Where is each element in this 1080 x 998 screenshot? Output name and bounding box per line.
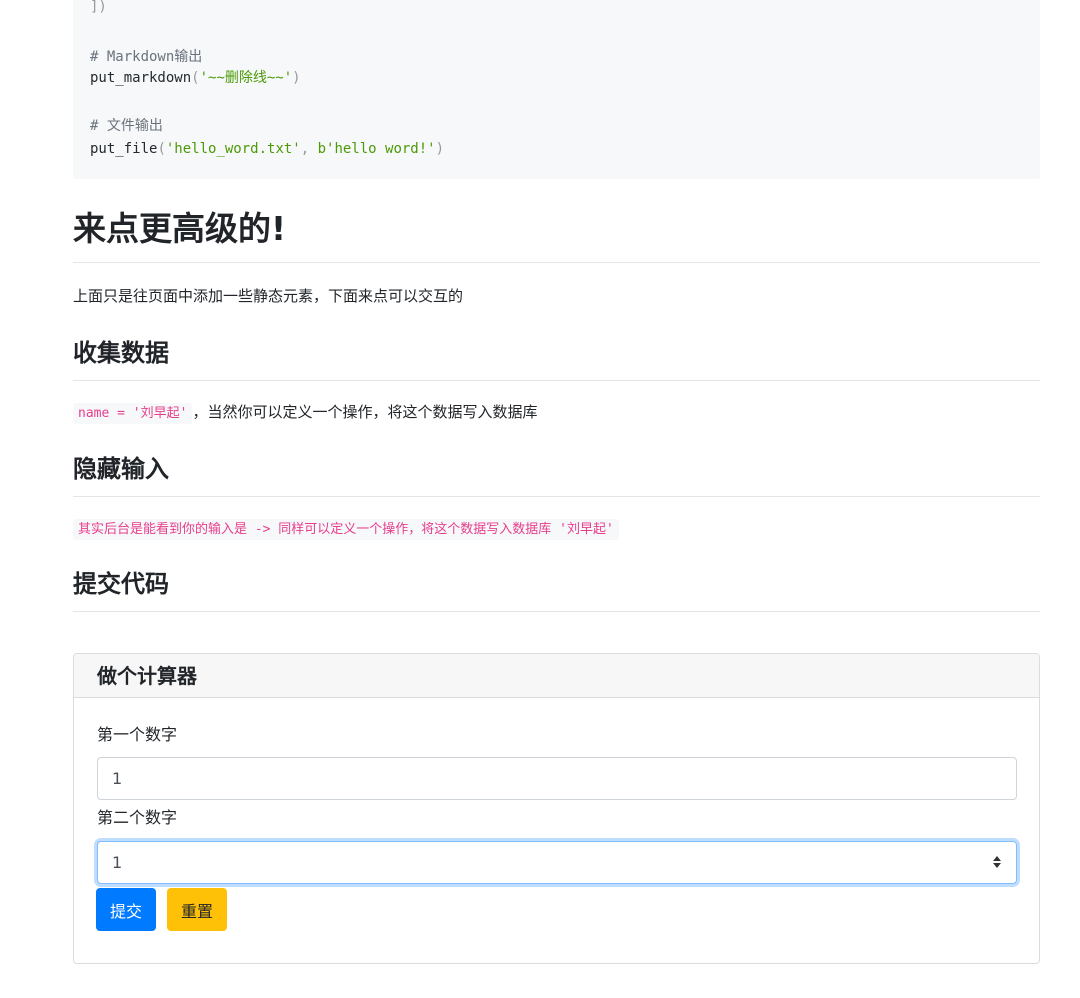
code-line: ]) [90, 0, 107, 15]
spinner-down-icon[interactable] [993, 863, 1001, 868]
collect-text: ，当然你可以定义一个操作，将这个数据写入数据库 [192, 403, 538, 421]
inline-code: 其实后台是能看到你的输入是 -> 同样可以定义一个操作，将这个数据写入数据库 '… [73, 519, 619, 540]
first-number-label: 第一个数字 [97, 725, 178, 744]
first-number-input[interactable] [97, 757, 1017, 800]
section-title-hidden: 隐藏输入 [73, 452, 1040, 497]
section-title-advanced: 来点更高级的! [73, 205, 1040, 263]
hidden-paragraph: 其实后台是能看到你的输入是 -> 同样可以定义一个操作，将这个数据写入数据库 '… [73, 517, 619, 541]
second-number-input[interactable] [97, 841, 1017, 884]
section-title-collect: 收集数据 [73, 336, 1040, 381]
code-comment: # 文件输出 [90, 118, 163, 134]
second-number-wrapper [97, 841, 1017, 884]
code-line: put_file('hello_word.txt', b'hello word!… [90, 141, 445, 157]
reset-button[interactable]: 重置 [167, 888, 228, 931]
card-title: 做个计算器 [74, 654, 1039, 698]
submit-button[interactable]: 提交 [96, 888, 157, 931]
section-intro: 上面只是往页面中添加一些静态元素，下面来点可以交互的 [73, 287, 464, 305]
section-title-submit: 提交代码 [73, 567, 1040, 612]
code-line: put_markdown('~~删除线~~') [90, 70, 301, 86]
number-spinner-icon[interactable] [991, 853, 1003, 871]
collect-paragraph: name = '刘早起' ，当然你可以定义一个操作，将这个数据写入数据库 [73, 401, 537, 425]
code-comment: # Markdown输出 [90, 49, 203, 65]
inline-code: name = '刘早起' [73, 403, 193, 424]
second-number-label: 第二个数字 [97, 808, 178, 827]
spinner-up-icon[interactable] [993, 856, 1001, 861]
code-block: ]) # Markdown输出 put_markdown('~~删除线~~') … [73, 0, 1040, 179]
